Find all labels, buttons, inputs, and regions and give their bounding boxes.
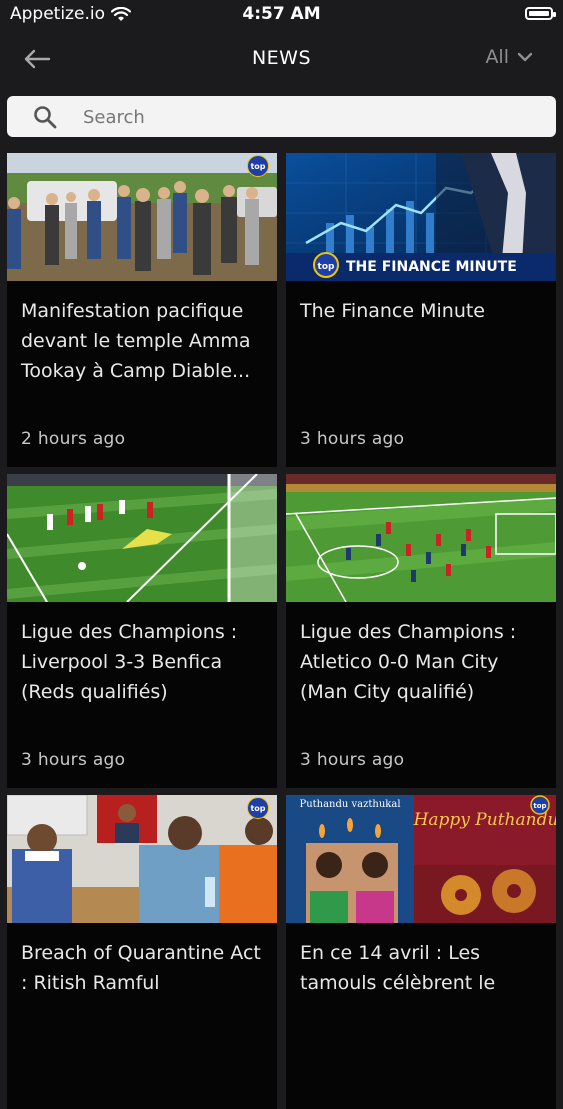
thumbnail-caption: Puthandu vazthukal [299, 799, 400, 810]
news-card[interactable]: top Breach of Quarantine Act : Ritish Ra… [7, 795, 277, 1109]
news-card[interactable]: top THE FINANCE MINUTE The Finance Minut… [286, 153, 556, 467]
nav-bar: NEWS All [0, 34, 563, 84]
search-input[interactable] [81, 96, 545, 139]
channel-logo: top [318, 262, 335, 272]
news-card[interactable]: Puthandu vazthukal Happy Puthandu top En [286, 795, 556, 1109]
search-icon [34, 106, 57, 129]
news-timestamp: 2 hours ago [21, 429, 126, 449]
news-title: The Finance Minute [300, 300, 485, 322]
battery-icon [525, 7, 556, 20]
page-title: NEWS [251, 47, 312, 69]
news-title: Breach of Quarantine Act : Ritish Ramful [21, 942, 261, 994]
news-card[interactable]: Ligue des Champions : Atletico 0-0 Man C… [286, 474, 556, 788]
news-title: Ligue des Champions : Atletico 0-0 Man C… [300, 621, 517, 703]
chevron-down-icon [517, 52, 533, 62]
channel-logo: top [533, 802, 546, 810]
filter-label: All [485, 46, 509, 68]
news-title: Ligue des Champions : Liverpool 3-3 Benf… [21, 621, 238, 703]
news-thumbnail [286, 474, 556, 602]
news-thumbnail [7, 474, 277, 602]
news-thumbnail: top THE FINANCE MINUTE [286, 153, 556, 281]
channel-logo: top [247, 155, 269, 177]
news-timestamp: 3 hours ago [300, 429, 405, 449]
news-thumbnail: top [7, 153, 277, 281]
news-card[interactable]: Ligue des Champions : Liverpool 3-3 Benf… [7, 474, 277, 788]
news-card[interactable]: top Manifestation pacifique devant le te… [7, 153, 277, 467]
news-title: En ce 14 avril : Les tamouls célèbrent l… [300, 942, 496, 994]
news-thumbnail: Puthandu vazthukal Happy Puthandu top [286, 795, 556, 923]
status-time: 4:57 AM [242, 4, 321, 24]
news-timestamp: 3 hours ago [21, 750, 126, 770]
search-bar[interactable] [7, 96, 556, 139]
channel-logo: top [247, 797, 269, 819]
status-bar: Appetize.io 4:57 AM [0, 0, 563, 30]
category-filter-dropdown[interactable]: All [485, 46, 533, 68]
thumbnail-caption: THE FINANCE MINUTE [346, 259, 517, 275]
news-thumbnail: top [7, 795, 277, 923]
news-timestamp: 3 hours ago [300, 750, 405, 770]
news-title: Manifestation pacifique devant le temple… [21, 300, 251, 382]
